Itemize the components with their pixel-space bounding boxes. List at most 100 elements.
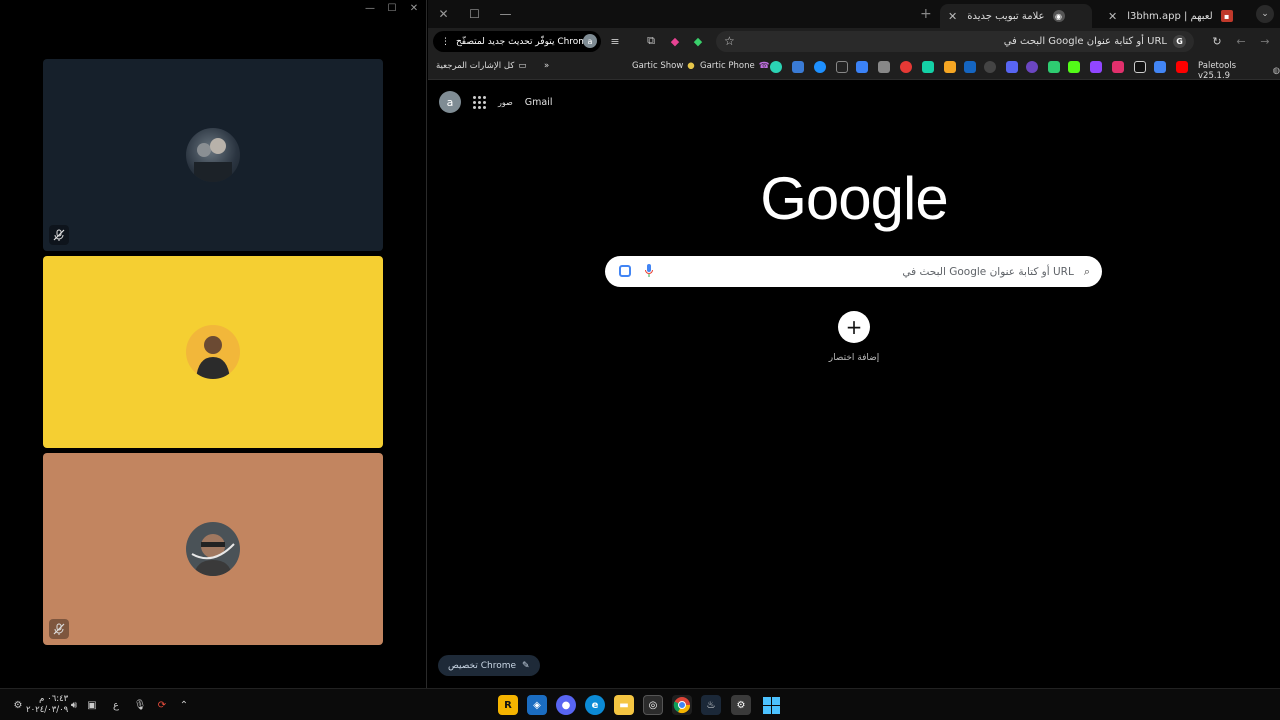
search-icon: ⌕ — [1083, 264, 1090, 278]
bookmark-icon-3[interactable] — [814, 61, 826, 73]
bookmark-icon-5[interactable] — [856, 61, 868, 73]
add-shortcut-button[interactable]: + — [838, 311, 870, 343]
address-bar[interactable]: ☆ البحث في Google أو كتابة عنوان URL G — [716, 31, 1194, 52]
x-icon[interactable] — [1134, 61, 1146, 73]
search-placeholder: البحث في Google أو كتابة عنوان URL — [902, 265, 1074, 278]
tab-title: l3bhm.app | لعبهم — [1127, 10, 1213, 22]
microphone-tray-icon[interactable]: 🎙︎ — [132, 697, 148, 713]
discord-icon[interactable]: ● — [556, 695, 576, 715]
google-lens-icon[interactable] — [619, 265, 631, 277]
participant-avatar-1 — [186, 128, 240, 182]
profile-avatar[interactable]: a — [583, 34, 597, 48]
chrome-window: ✕ ☐ — + ✕ علامة تبويب جديدة ◉ ✕ l3bhm.ap… — [428, 0, 1280, 688]
close-button[interactable]: ✕ — [408, 3, 420, 14]
ntp-search-box[interactable]: البحث في Google أو كتابة عنوان URL ⌕ — [605, 256, 1102, 287]
start-button[interactable] — [761, 695, 781, 715]
new-tab-button[interactable]: + — [920, 6, 932, 22]
bookmark-icon-12[interactable] — [1006, 61, 1018, 73]
tab-new-tab[interactable]: ✕ علامة تبويب جديدة ◉ — [940, 4, 1092, 28]
add-shortcut-label: إضافة اختصار — [828, 353, 880, 363]
participant-tile-3[interactable] — [43, 453, 383, 645]
youtube-icon[interactable] — [1176, 61, 1188, 73]
bookmark-icon-7[interactable] — [900, 61, 912, 73]
bookmark-icon-6[interactable] — [878, 61, 890, 73]
back-icon[interactable]: → — [1258, 34, 1272, 48]
voice-search-icon[interactable] — [645, 264, 653, 278]
pencil-icon: ✎ — [522, 660, 530, 671]
bookmark-icon-9[interactable] — [944, 61, 956, 73]
forward-icon[interactable]: ← — [1234, 34, 1248, 48]
bookmarks-bar: كل الإشارات المرجعية ▭ » Gartic Show ● G… — [428, 55, 1280, 81]
customize-chrome-button[interactable]: تخصيص Chrome ✎ — [438, 655, 540, 676]
new-tab-page: a صور Gmail Google البحث في Google أو كت… — [428, 80, 1280, 688]
gmail-link[interactable]: Gmail — [525, 97, 553, 108]
bookmark-star-icon[interactable]: ☆ — [724, 34, 735, 48]
rockstar-launcher-icon[interactable]: R — [498, 695, 518, 715]
reading-list-icon[interactable]: ≡ — [608, 34, 622, 48]
show-hidden-icons-button[interactable]: ⌃ — [176, 697, 192, 713]
volume-icon[interactable]: 🔊︎ — [66, 697, 82, 713]
update-chrome-button[interactable]: ⋮ يتوفّر تحديث جديد لمتصفّح Chrome — [433, 31, 601, 52]
participant-avatar-3 — [186, 522, 240, 576]
all-bookmarks-label: كل الإشارات المرجعية — [436, 61, 515, 71]
close-tab-icon[interactable]: ✕ — [948, 10, 957, 23]
maximize-window-button[interactable]: ☐ — [459, 0, 490, 28]
settings-app-icon[interactable]: ⚙ — [731, 695, 751, 715]
minimize-button[interactable]: — — [364, 3, 376, 14]
site-favicon-icon: ▪ — [1220, 10, 1233, 22]
edge-icon[interactable]: e — [585, 695, 605, 715]
bookmarks-overflow-button[interactable]: » — [544, 61, 549, 71]
address-bar-text: البحث في Google أو كتابة عنوان URL — [1003, 36, 1167, 47]
network-icon[interactable]: ▣ — [84, 697, 100, 713]
bookmark-icon-14[interactable] — [1048, 61, 1060, 73]
all-bookmarks-button[interactable]: كل الإشارات المرجعية ▭ — [436, 61, 526, 71]
globe-icon: ◍ — [1272, 66, 1280, 76]
participant-tile-2[interactable] — [43, 256, 383, 448]
chrome-taskbar-icon[interactable] — [672, 695, 692, 715]
tab-l3bhm[interactable]: ✕ l3bhm.app | لعبهم ▪ — [1100, 4, 1250, 28]
extensions-icon[interactable]: ⧉ — [644, 34, 658, 48]
bookmark-gartic-phone[interactable]: Gartic Phone ☎ — [700, 61, 769, 71]
bookmark-icon-4[interactable] — [836, 61, 848, 73]
update-chrome-label: يتوفّر تحديث جديد لمتصفّح Chrome — [456, 36, 593, 47]
maximize-button[interactable]: ☐ — [386, 3, 398, 14]
bookmark-gartic-show[interactable]: Gartic Show ● — [632, 61, 695, 71]
app-launcher-icon[interactable]: ◈ — [527, 695, 547, 715]
kick-icon[interactable] — [1068, 61, 1080, 73]
bookmark-paletools[interactable]: Paletools v25.1.9 ◍ — [1198, 61, 1280, 81]
bookmark-icon-8[interactable] — [922, 61, 934, 73]
close-tab-icon[interactable]: ✕ — [1108, 10, 1117, 23]
instagram-icon[interactable] — [1112, 61, 1124, 73]
minimize-window-button[interactable]: — — [490, 0, 521, 28]
gartic-show-icon: ● — [687, 61, 695, 71]
sync-tray-icon[interactable]: ⟳ — [154, 697, 170, 713]
account-avatar[interactable]: a — [439, 91, 461, 113]
input-language[interactable]: ع — [108, 697, 124, 713]
clock-time: ٠٦:٤٣ م — [39, 694, 69, 704]
bookmark-icon-10[interactable] — [964, 61, 976, 73]
tab-search-icon[interactable]: ⌄ — [1256, 5, 1274, 23]
folder-icon: ▭ — [518, 61, 527, 71]
extension-shield-pink-icon[interactable]: ◆ — [668, 34, 682, 48]
images-link[interactable]: صور — [498, 98, 513, 107]
bookmark-icon-2[interactable] — [792, 61, 804, 73]
bookmark-icon-1[interactable] — [770, 61, 782, 73]
settings-tray-icon[interactable]: ⚙ — [10, 697, 26, 713]
system-clock[interactable]: ٠٦:٤٣ م ٢٠٢٤/٠٣/٠٩ — [26, 694, 68, 716]
close-window-button[interactable]: ✕ — [428, 0, 459, 28]
obs-icon[interactable]: ◎ — [643, 695, 663, 715]
google-apps-icon[interactable] — [473, 95, 486, 109]
bookmark-icon-11[interactable] — [984, 61, 996, 73]
reload-icon[interactable]: ↻ — [1210, 34, 1224, 48]
bookmark-label: Gartic Show — [632, 61, 684, 71]
twitch-icon[interactable] — [1090, 61, 1102, 73]
translate-icon[interactable] — [1154, 61, 1166, 73]
bookmark-icon-13[interactable] — [1026, 61, 1038, 73]
muted-mic-icon — [49, 619, 69, 639]
participant-tile-1[interactable] — [43, 59, 383, 251]
steam-icon[interactable]: ♨ — [701, 695, 721, 715]
extension-shield-green-icon[interactable]: ◆ — [691, 34, 705, 48]
gartic-phone-icon: ☎ — [758, 61, 770, 71]
bookmark-label: Paletools v25.1.9 — [1198, 61, 1237, 81]
file-explorer-icon[interactable]: ▬ — [614, 695, 634, 715]
